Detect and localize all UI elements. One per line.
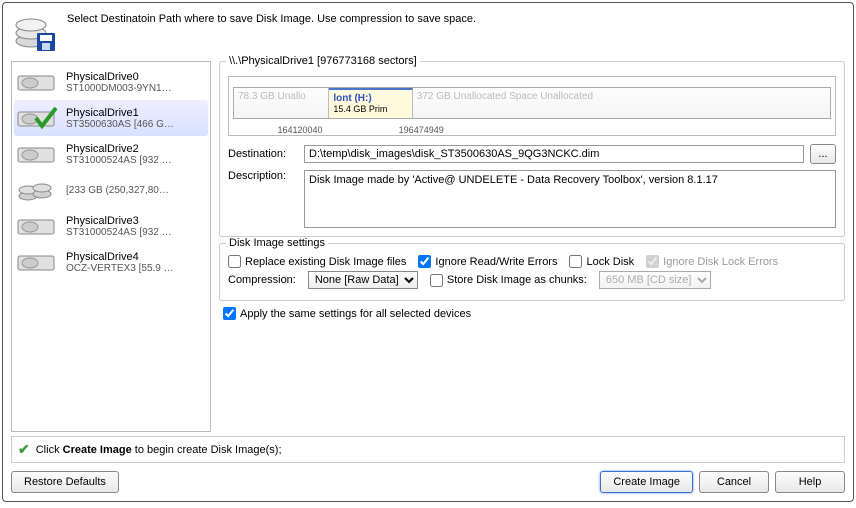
store-chunks-checkbox[interactable]: Store Disk Image as chunks: <box>430 274 587 287</box>
ignore-lock-errors-checkbox: Ignore Disk Lock Errors <box>646 255 778 268</box>
header-instruction: Select Destinatoin Path where to save Di… <box>67 11 476 25</box>
partition-unallocated-2[interactable]: 372 GB Unallocated Space Unallocated <box>413 88 830 118</box>
disk-image-wizard-icon <box>13 11 57 55</box>
status-bar: ✔ Click Create Image to begin create Dis… <box>11 436 845 463</box>
partition-unallocated-1[interactable]: 78.3 GB Unallo <box>234 88 329 118</box>
checkmark-icon: ✔ <box>18 441 30 458</box>
partition-label: lont (H:) <box>333 93 407 104</box>
raid-icon <box>16 176 58 204</box>
partition-selected[interactable]: lont (H:) 15.4 GB Prim <box>329 88 412 118</box>
drive-title: PhysicalDrive2 <box>66 143 206 155</box>
drive-item-3[interactable]: [233 GB (250,327,80… <box>14 172 208 208</box>
chunk-size-select: 650 MB [CD size] <box>599 271 711 289</box>
drive-item-5[interactable]: PhysicalDrive4OCZ-VERTEX3 [55.9 … <box>14 244 208 280</box>
apply-all-checkbox[interactable]: Apply the same settings for all selected… <box>223 307 845 320</box>
drive-title: PhysicalDrive1 <box>66 107 206 119</box>
drive-title: PhysicalDrive0 <box>66 71 206 83</box>
drive-sub: ST31000524AS [932 … <box>66 155 206 166</box>
drive-item-4[interactable]: PhysicalDrive3ST31000524AS [932 … <box>14 208 208 244</box>
drive-title: PhysicalDrive4 <box>66 251 206 263</box>
description-textarea[interactable] <box>304 170 836 228</box>
browse-button[interactable]: ... <box>810 144 836 164</box>
drive-item-2[interactable]: PhysicalDrive2ST31000524AS [932 … <box>14 136 208 172</box>
partition-map[interactable]: 78.3 GB Unallo lont (H:) 15.4 GB Prim 37… <box>228 76 836 136</box>
restore-defaults-button[interactable]: Restore Defaults <box>11 471 119 493</box>
description-label: Description: <box>228 170 298 182</box>
hdd-icon <box>16 212 58 240</box>
status-text: Click Create Image to begin create Disk … <box>36 444 282 456</box>
drive-title: PhysicalDrive3 <box>66 215 206 227</box>
sector-tick-1: 164120040 <box>277 125 322 135</box>
compression-label: Compression: <box>228 274 296 286</box>
drive-item-1[interactable]: PhysicalDrive1ST3500630AS [466 G… <box>14 100 208 136</box>
drive-sub: OCZ-VERTEX3 [55.9 … <box>66 263 206 274</box>
hdd-icon <box>16 248 58 276</box>
replace-existing-checkbox[interactable]: Replace existing Disk Image files <box>228 255 406 268</box>
drive-list: PhysicalDrive0ST1000DM003-9YN1… Physical… <box>11 61 211 432</box>
compression-select[interactable]: None [Raw Data] <box>308 271 418 289</box>
create-image-button[interactable]: Create Image <box>600 471 693 493</box>
drive-item-0[interactable]: PhysicalDrive0ST1000DM003-9YN1… <box>14 64 208 100</box>
drive-sub: [233 GB (250,327,80… <box>66 185 206 196</box>
ignore-rw-errors-checkbox[interactable]: Ignore Read/Write Errors <box>418 255 557 268</box>
sector-tick-2: 196474949 <box>399 125 444 135</box>
hdd-icon-checked <box>16 104 58 132</box>
hdd-icon <box>16 68 58 96</box>
lock-disk-checkbox[interactable]: Lock Disk <box>569 255 634 268</box>
partition-size: 15.4 GB Prim <box>333 104 407 114</box>
help-button[interactable]: Help <box>775 471 845 493</box>
drive-sub: ST31000524AS [932 … <box>66 227 206 238</box>
drive-sub: ST3500630AS [466 G… <box>66 119 206 130</box>
settings-legend: Disk Image settings <box>226 237 328 249</box>
hdd-icon <box>16 140 58 168</box>
destination-label: Destination: <box>228 148 298 160</box>
cancel-button[interactable]: Cancel <box>699 471 769 493</box>
partition-panel-title: \\.\PhysicalDrive1 [976773168 sectors] <box>226 55 420 67</box>
drive-sub: ST1000DM003-9YN1… <box>66 83 206 94</box>
destination-input[interactable] <box>304 145 804 163</box>
